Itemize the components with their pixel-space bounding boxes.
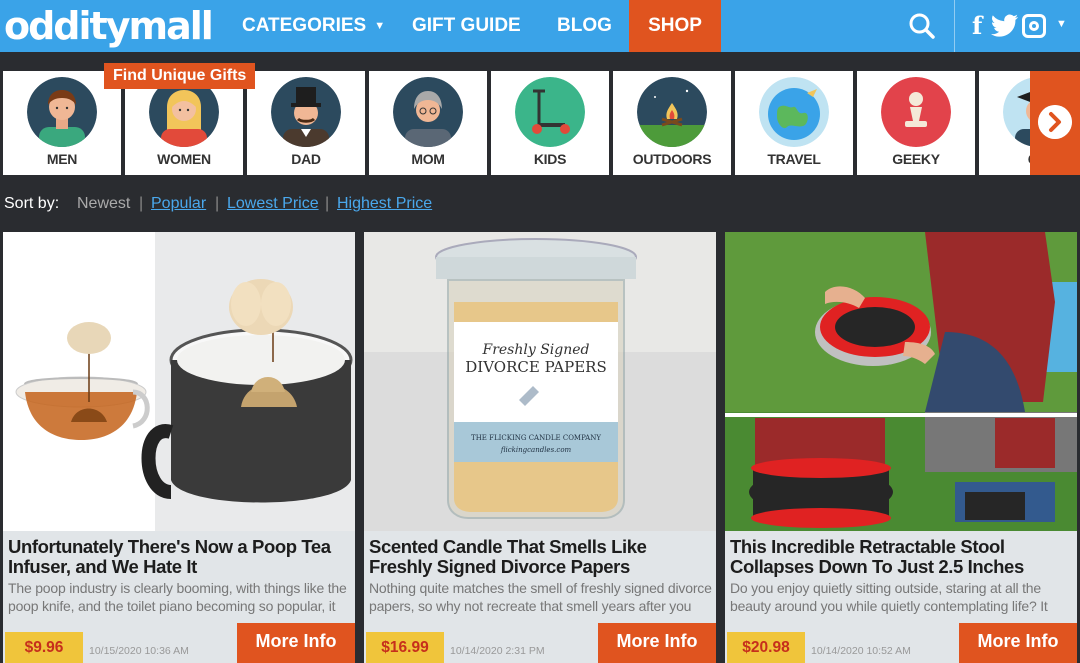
nav-gift-guide[interactable]: GIFT GUIDE xyxy=(412,0,521,52)
scooter-icon xyxy=(515,77,585,147)
category-geeky[interactable]: GEEKY xyxy=(857,71,975,175)
sort-separator: | xyxy=(325,195,330,212)
category-label: DAD xyxy=(291,151,321,167)
chess-pawn-icon xyxy=(881,77,951,147)
product-description: The poop industry is clearly booming, wi… xyxy=(8,580,347,614)
top-nav-bar: odditymall CATEGORIES ▼ GIFT GUIDE BLOG S… xyxy=(0,0,1080,52)
campfire-icon xyxy=(637,77,707,147)
nav-categories-label: CATEGORIES xyxy=(242,15,367,37)
category-label: GEEKY xyxy=(892,151,940,167)
price-tag: $20.98 xyxy=(727,632,805,663)
product-description: Do you enjoy quietly sitting outside, st… xyxy=(730,580,1048,614)
product-description: Nothing quite matches the smell of fresh… xyxy=(369,580,712,614)
nav-shop[interactable]: SHOP xyxy=(629,0,721,52)
category-label: WOMEN xyxy=(157,151,211,167)
label-brand-script: Freshly Signed xyxy=(481,342,589,358)
category-kids[interactable]: KIDS xyxy=(491,71,609,175)
label-product-name: DIVORCE PAPERS xyxy=(465,358,606,376)
globe-plane-icon xyxy=(759,77,829,147)
category-label: TRAVEL xyxy=(767,151,821,167)
facebook-icon[interactable]: f xyxy=(972,12,982,40)
category-travel[interactable]: TRAVEL xyxy=(735,71,853,175)
sort-separator: | xyxy=(139,195,144,212)
sort-lowest-price[interactable]: Lowest Price xyxy=(227,195,319,213)
site-logo[interactable]: odditymall xyxy=(4,4,214,48)
category-label: KIDS xyxy=(533,151,567,167)
price-tag: $9.96 xyxy=(5,632,83,663)
sort-newest[interactable]: Newest xyxy=(77,195,130,213)
product-card[interactable]: This Incredible Retractable Stool Collap… xyxy=(725,232,1077,663)
category-label: MEN xyxy=(46,151,78,167)
sort-highest-price[interactable]: Highest Price xyxy=(337,195,432,213)
find-unique-gifts-badge: Find Unique Gifts xyxy=(104,63,256,89)
post-date: 10/14/2020 10:52 AM xyxy=(811,645,911,657)
grandma-avatar-icon xyxy=(393,77,463,147)
post-date: 10/14/2020 2:31 PM xyxy=(450,645,545,657)
sort-popular[interactable]: Popular xyxy=(151,195,206,213)
label-website: flickingcandles.com xyxy=(500,446,572,454)
category-label: MOM xyxy=(411,151,445,167)
sort-label: Sort by: xyxy=(4,195,60,212)
carousel-next-button[interactable] xyxy=(1030,71,1080,175)
instagram-icon[interactable] xyxy=(1022,14,1046,38)
chevron-down-icon: ▼ xyxy=(374,20,386,32)
product-card[interactable]: Freshly Signed DIVORCE PAPERS THE FLICKI… xyxy=(364,232,716,663)
product-image[interactable] xyxy=(3,232,355,531)
chevron-down-icon[interactable]: ▼ xyxy=(1056,18,1067,30)
chevron-right-icon xyxy=(1038,105,1072,139)
category-mom[interactable]: MOM xyxy=(369,71,487,175)
product-image[interactable]: Freshly Signed DIVORCE PAPERS THE FLICKI… xyxy=(364,232,716,531)
product-image[interactable] xyxy=(725,232,1077,531)
sort-separator: | xyxy=(215,195,220,212)
nav-blog[interactable]: BLOG xyxy=(557,0,612,52)
twitter-icon[interactable] xyxy=(990,12,1020,40)
price-tag: $16.99 xyxy=(366,632,444,663)
category-dad[interactable]: DAD xyxy=(247,71,365,175)
category-label: OUTDOORS xyxy=(632,151,712,167)
more-info-button[interactable]: More Info xyxy=(959,623,1077,663)
product-title[interactable]: Scented Candle That Smells Like Freshly … xyxy=(369,537,713,576)
product-card[interactable]: Unfortunately There's Now a Poop Tea Inf… xyxy=(3,232,355,663)
category-outdoors[interactable]: OUTDOORS xyxy=(613,71,731,175)
search-icon[interactable] xyxy=(908,12,936,40)
nav-categories[interactable]: CATEGORIES ▼ xyxy=(242,0,385,52)
man-avatar-icon xyxy=(27,77,97,147)
header-divider xyxy=(954,0,955,52)
more-info-button[interactable]: More Info xyxy=(237,623,355,663)
product-title[interactable]: Unfortunately There's Now a Poop Tea Inf… xyxy=(8,537,352,576)
dad-tophat-icon xyxy=(271,77,341,147)
more-info-button[interactable]: More Info xyxy=(598,623,716,663)
label-company: THE FLICKING CANDLE COMPANY xyxy=(471,434,601,442)
post-date: 10/15/2020 10:36 AM xyxy=(89,645,189,657)
product-title[interactable]: This Incredible Retractable Stool Collap… xyxy=(730,537,1074,576)
